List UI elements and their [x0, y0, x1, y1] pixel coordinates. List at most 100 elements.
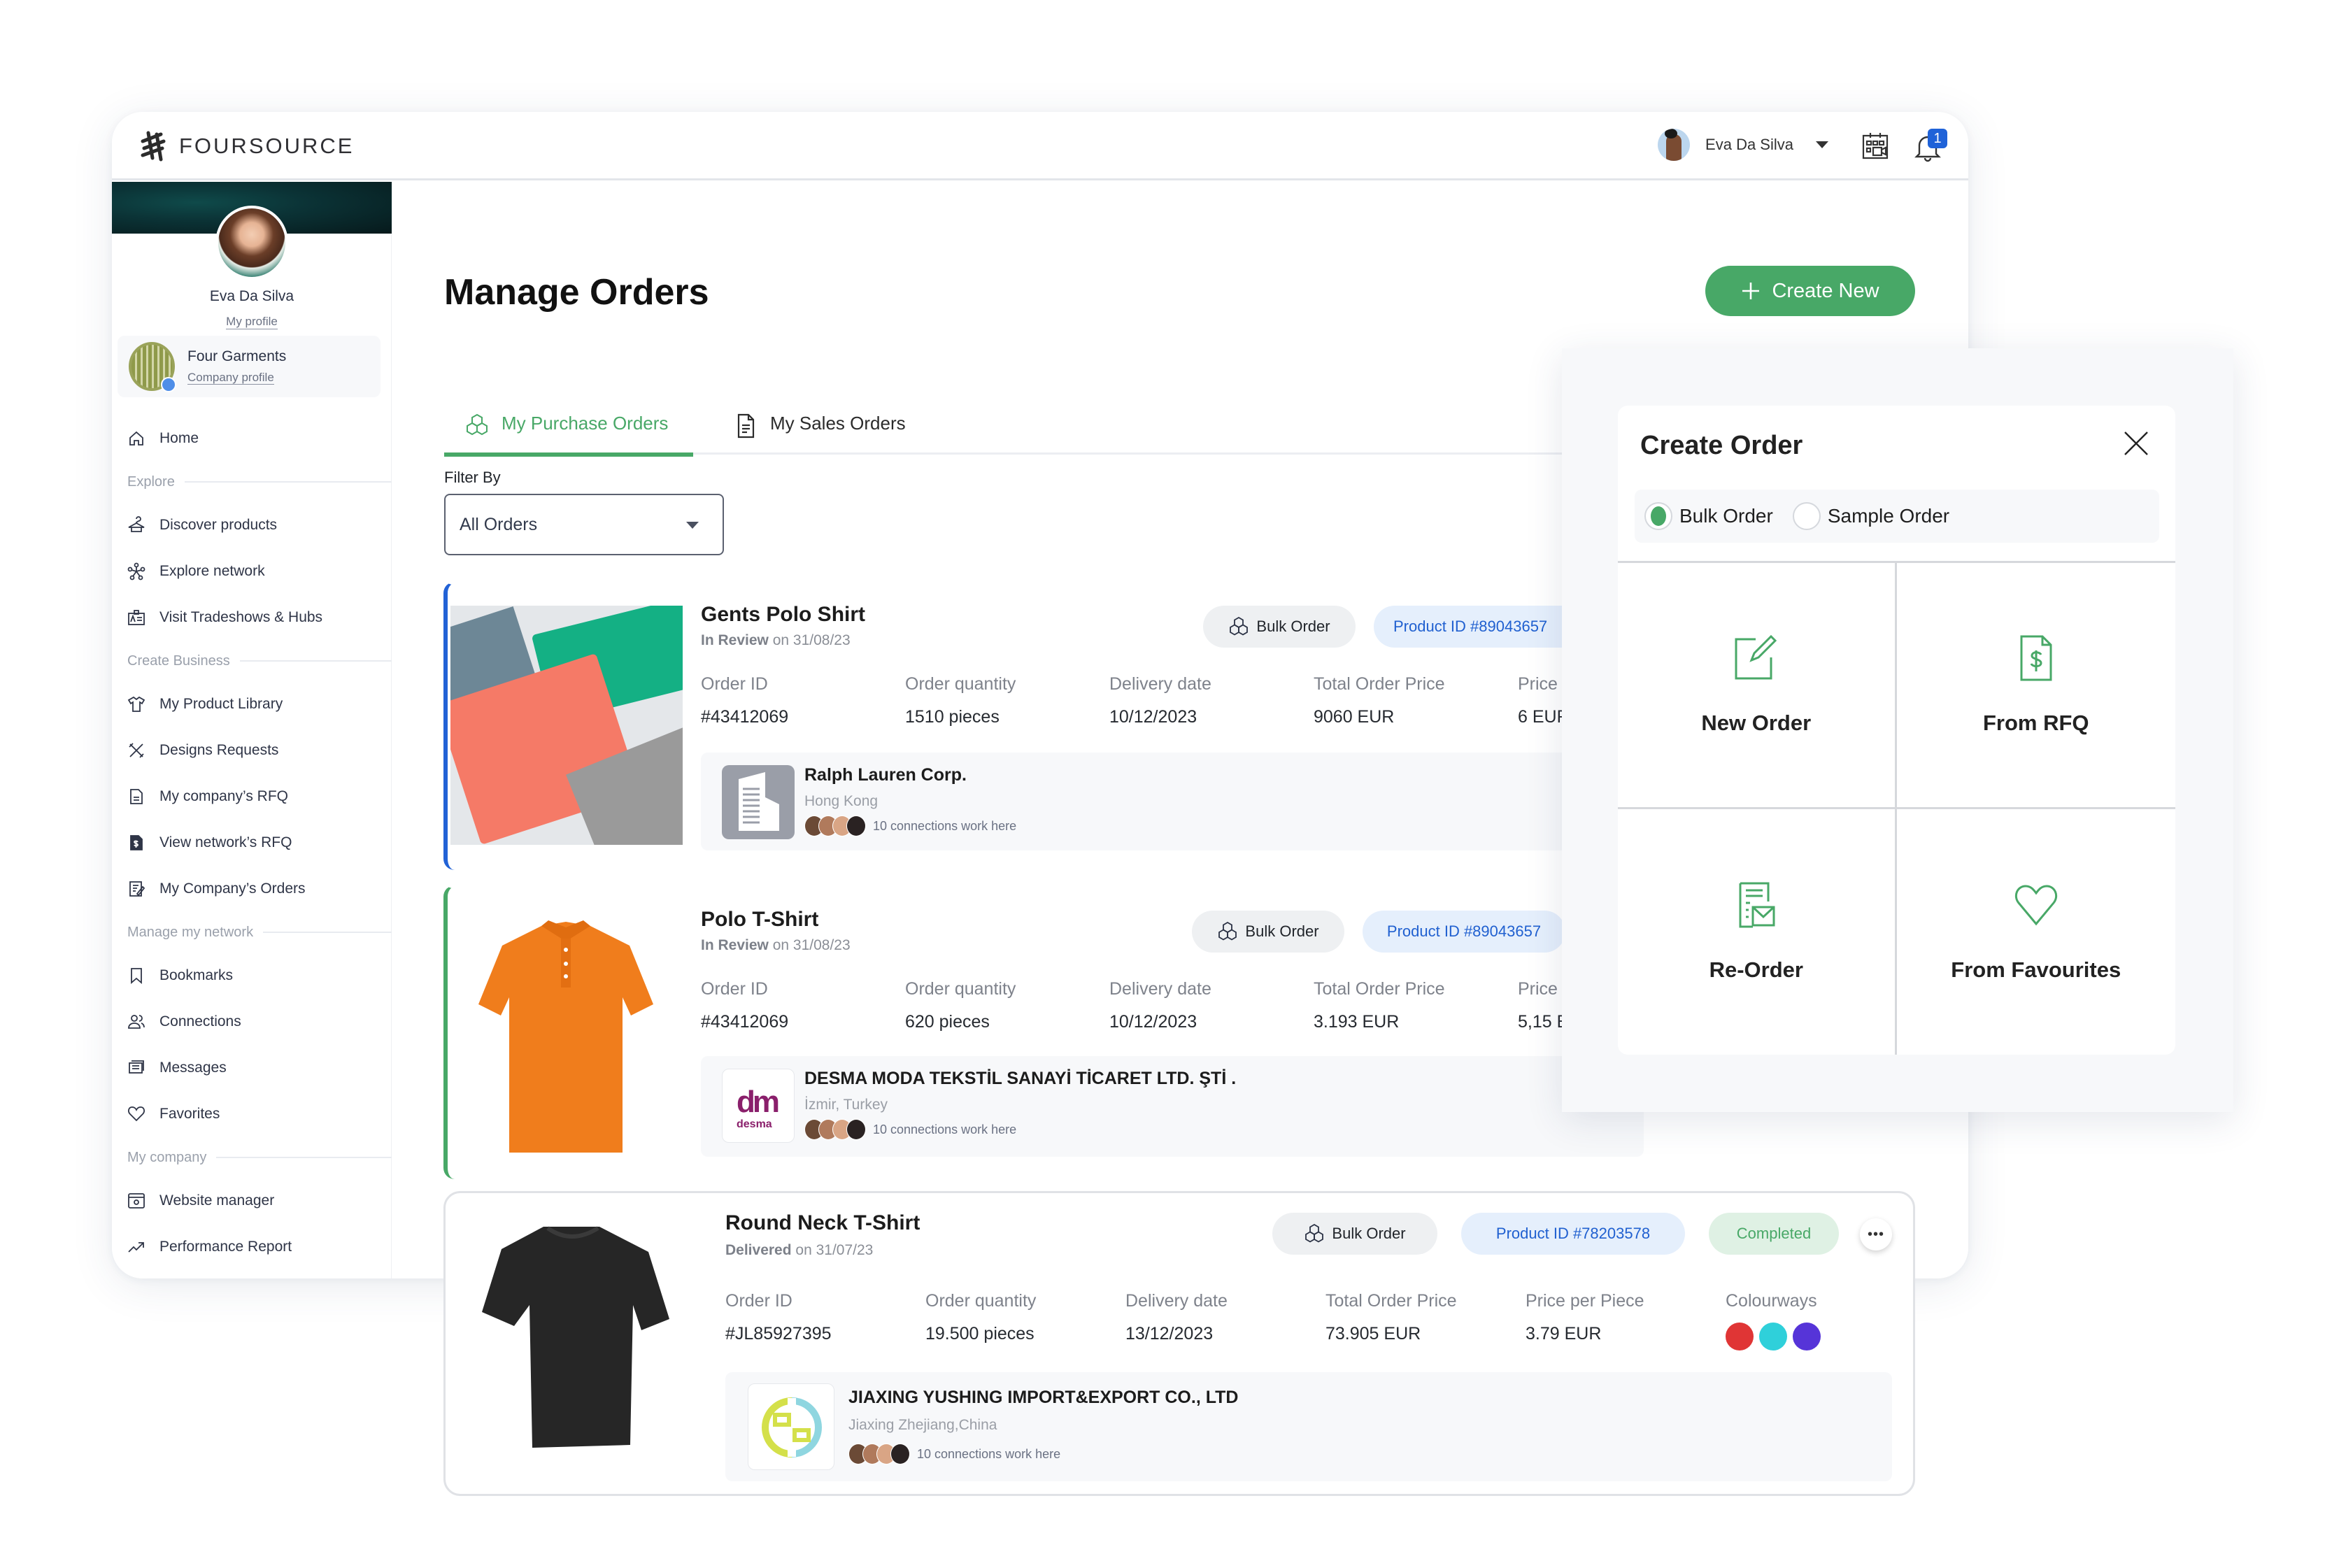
video-calendar-icon[interactable] — [1861, 131, 1890, 161]
close-icon[interactable] — [2122, 429, 2150, 457]
sidebar-item-explore-network[interactable]: Explore network — [112, 548, 392, 594]
trending-up-icon — [128, 1242, 144, 1253]
field-value: 13/12/2023 — [1125, 1324, 1214, 1344]
colourway-swatch[interactable] — [1793, 1323, 1821, 1350]
sidebar: Eva Da Silva My profile Four Garments Co… — [112, 182, 392, 1278]
sidebar-item-label: Visit Tradeshows & Hubs — [159, 609, 323, 625]
company-logo — [129, 342, 176, 392]
field-order-id: Order ID #43412069 — [701, 674, 788, 727]
order-status-line: In Review on 31/08/23 — [701, 632, 851, 649]
supplier-card[interactable]: Ralph Lauren Corp. Hong Kong 10 connecti… — [701, 753, 1582, 850]
user-menu[interactable]: Eva Da Silva — [1658, 129, 1828, 161]
field-value: 1510 pieces — [905, 707, 1000, 727]
supplier-location: Hong Kong — [804, 793, 879, 809]
option-new-order[interactable]: New Order — [1618, 563, 1897, 809]
sidebar-item-my-product-library[interactable]: My Product Library — [112, 681, 392, 727]
sidebar-item-connections[interactable]: Connections — [112, 999, 392, 1045]
sidebar-item-visit-tradeshows-hubs[interactable]: Visit Tradeshows & Hubs — [112, 594, 392, 641]
field-label: Delivery date — [1109, 979, 1211, 999]
field-label: Order ID — [725, 1291, 792, 1311]
option-from-favourites[interactable]: From Favourites — [1897, 809, 2176, 1055]
sidebar-item-home[interactable]: Home — [112, 415, 392, 462]
my-profile-link-text[interactable]: My profile — [226, 315, 278, 329]
orange-polo-shirt-image — [478, 920, 653, 1153]
supplier-card[interactable]: JIAXING YUSHING IMPORT&EXPORT CO., LTD J… — [725, 1372, 1892, 1481]
favourite-heart-icon — [2014, 885, 2057, 926]
profile-avatar[interactable] — [215, 206, 288, 280]
colourway-swatches — [1726, 1323, 1821, 1350]
field-label: Colourways — [1726, 1291, 1817, 1311]
supplier-name[interactable]: Ralph Lauren Corp. — [804, 765, 967, 785]
more-options-button[interactable]: ••• — [1860, 1218, 1892, 1250]
tshirt-icon — [127, 696, 145, 712]
company-card[interactable]: Four Garments Company profile — [118, 336, 381, 397]
people-icon — [128, 1015, 145, 1029]
sidebar-item-my-company-s-orders[interactable]: My Company’s Orders — [112, 866, 392, 912]
tab-sales-orders[interactable]: My Sales Orders — [732, 413, 906, 455]
product-title[interactable]: Round Neck T-Shirt — [725, 1211, 920, 1235]
order-status-line: Delivered on 31/07/23 — [725, 1242, 873, 1259]
sidebar-item-discover-products[interactable]: Discover products — [112, 502, 392, 548]
radio-sample-order[interactable] — [1792, 502, 1821, 530]
sidebar-item-label: My Product Library — [159, 696, 283, 712]
my-profile-link[interactable]: My profile — [112, 315, 392, 329]
supplier-name[interactable]: DESMA MODA TEKSTİL SANAYİ TİCARET LTD. Ş… — [804, 1069, 1236, 1089]
sidebar-section-explore: Explore — [112, 462, 392, 502]
design-tools-icon — [129, 743, 144, 758]
supplier-card[interactable]: dm desma DESMA MODA TEKSTİL SANAYİ TİCAR… — [701, 1056, 1644, 1157]
sidebar-item-bookmarks[interactable]: Bookmarks — [112, 953, 392, 999]
brand-logo[interactable]: FOURSOURCE — [137, 130, 354, 162]
order-status-date: on 31/08/23 — [772, 937, 851, 953]
sidebar-item-messages[interactable]: Messages — [112, 1045, 392, 1091]
supplier-connections[interactable]: 10 connections work here — [848, 1444, 1060, 1464]
product-title[interactable]: Polo T-Shirt — [701, 908, 818, 932]
filter-dropdown[interactable]: All Orders — [444, 494, 724, 555]
product-title[interactable]: Gents Polo Shirt — [701, 603, 865, 627]
product-id-badge[interactable]: Product ID #89043657 — [1374, 606, 1577, 648]
sidebar-item-designs-requests[interactable]: Designs Requests — [112, 727, 392, 774]
order-type-badge: Bulk Order — [1203, 606, 1356, 648]
radio-bulk-order-label[interactable]: Bulk Order — [1679, 505, 1773, 527]
option-label: From RFQ — [1982, 711, 2089, 736]
product-image[interactable] — [474, 1221, 676, 1459]
radio-sample-order-label[interactable]: Sample Order — [1828, 505, 1949, 527]
radio-bulk-order[interactable] — [1644, 502, 1672, 530]
field-quantity: Order quantity 620 pieces — [905, 979, 1016, 1032]
sidebar-item-view-network-s-rfq[interactable]: View network’s RFQ — [112, 820, 392, 866]
sidebar-item-performance-report[interactable]: Performance Report — [112, 1224, 392, 1270]
field-label: Price per Piece — [1526, 1291, 1644, 1311]
sidebar-item-favorites[interactable]: Favorites — [112, 1091, 392, 1137]
option-re-order[interactable]: Re-Order — [1618, 808, 1897, 1055]
tab-purchase-orders[interactable]: My Purchase Orders — [444, 413, 693, 457]
supplier-location: İzmir, Turkey — [804, 1097, 888, 1113]
dollar-document-icon — [130, 835, 143, 850]
sidebar-item-website-manager[interactable]: Website manager — [112, 1178, 392, 1224]
supplier-name[interactable]: JIAXING YUSHING IMPORT&EXPORT CO., LTD — [848, 1388, 1238, 1408]
sidebar-item-label: Performance Report — [159, 1239, 292, 1255]
option-from-rfq[interactable]: From RFQ — [1896, 563, 2175, 809]
order-card[interactable]: Gents Polo Shirt In Review on 31/08/23 B… — [443, 582, 1637, 870]
user-name: Eva Da Silva — [1705, 136, 1793, 153]
company-profile-link-text[interactable]: Company profile — [187, 371, 274, 385]
create-new-button[interactable]: Create New — [1705, 266, 1915, 316]
order-card[interactable]: Polo T-Shirt In Review on 31/08/23 Bulk … — [443, 885, 1644, 1179]
user-avatar — [1658, 129, 1691, 161]
supplier-connections[interactable]: 10 connections work here — [804, 1119, 1016, 1140]
product-id-badge[interactable]: Product ID #89043657 — [1363, 911, 1565, 953]
product-image[interactable] — [464, 906, 667, 1158]
order-card[interactable]: Round Neck T-Shirt Delivered on 31/07/23… — [443, 1191, 1915, 1496]
sidebar-item-my-company-s-rfq[interactable]: My company’s RFQ — [112, 774, 392, 820]
foursource-logo-icon — [141, 131, 166, 162]
sidebar-item-label: Home — [159, 430, 199, 446]
product-id-badge[interactable]: Product ID #78203578 — [1461, 1213, 1685, 1255]
colourway-swatch[interactable] — [1759, 1323, 1787, 1350]
company-profile-link[interactable]: Company profile — [187, 371, 286, 385]
product-image[interactable] — [450, 606, 683, 845]
colourway-swatch[interactable] — [1726, 1323, 1754, 1350]
field-value: 3.193 EUR — [1314, 1012, 1400, 1032]
supplier-connections[interactable]: 10 connections work here — [804, 815, 1016, 836]
company-name: Four Garments — [187, 348, 287, 364]
sidebar-item-label: Designs Requests — [159, 742, 279, 758]
field-order-id: Order ID #43412069 — [701, 979, 788, 1032]
dialog-title: Create Order — [1640, 431, 1803, 460]
